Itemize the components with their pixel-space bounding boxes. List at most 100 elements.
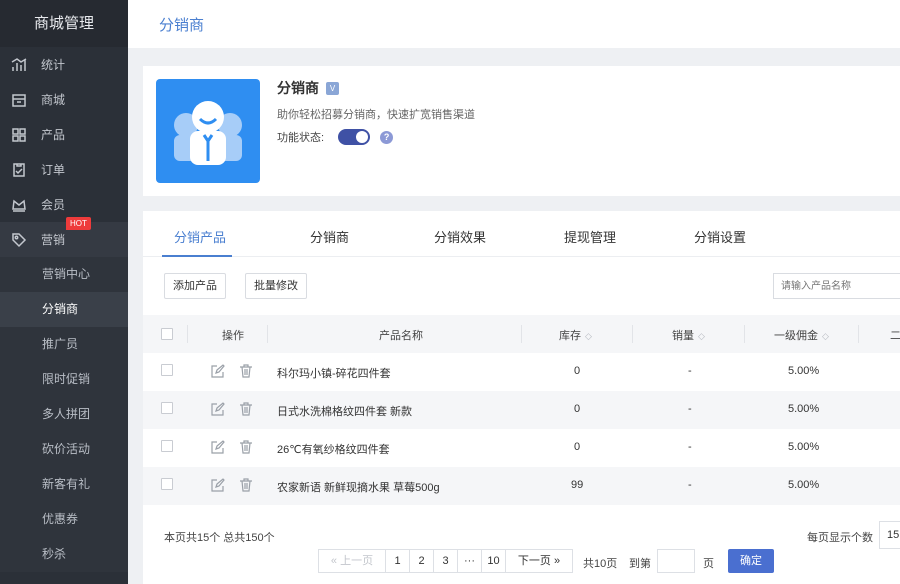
search-input[interactable] (773, 273, 900, 299)
status-label: 功能状态: (277, 132, 325, 144)
header-commission-1-label: 一级佣金 (774, 330, 818, 342)
submenu-item[interactable]: 推广员 (0, 327, 128, 362)
plugin-title-text: 分销商 (277, 80, 319, 96)
stock-value: 0 (574, 403, 581, 415)
sidebar-item-label: 订单 (41, 163, 66, 177)
commission-value: 5.00% (788, 479, 820, 491)
goto-page-input[interactable] (657, 549, 695, 573)
sort-icon: ◇ (698, 331, 705, 341)
sidebar-item-members[interactable]: 会员 (0, 187, 128, 222)
sidebar-item-marketing[interactable]: 营销 HOT (0, 217, 128, 257)
row-checkbox[interactable] (161, 478, 173, 490)
page-ellipsis[interactable]: ··· (457, 549, 482, 573)
prev-page-button[interactable]: « 上一页 (318, 549, 386, 573)
feature-toggle[interactable] (338, 129, 371, 145)
chart-icon (10, 56, 28, 74)
next-page-button[interactable]: 下一页 » (505, 549, 573, 573)
shop-icon (10, 91, 28, 109)
marketing-submenu: 营销中心 分销商 推广员 限时促销 多人拼团 砍价活动 新客有礼 优惠券 秒杀 (0, 257, 128, 572)
trash-icon[interactable] (239, 440, 253, 454)
stock-value: 99 (571, 479, 584, 491)
help-icon[interactable]: ? (380, 130, 394, 144)
tab-settings[interactable]: 分销设置 (694, 227, 746, 246)
page-title: 分销商 (159, 17, 205, 34)
column-divider (267, 325, 268, 343)
sales-value: - (688, 365, 692, 377)
header-sales-label: 销量 (672, 330, 694, 342)
header-commission-1[interactable]: 一级佣金 ◇ (774, 327, 829, 343)
edit-icon[interactable] (211, 364, 225, 378)
row-checkbox[interactable] (161, 440, 173, 452)
page-button[interactable]: 1 (385, 549, 410, 573)
plugin-description: 助你轻松招募分销商，快速扩宽销售渠道 (277, 109, 475, 121)
submenu-item-active[interactable]: 分销商 (0, 292, 128, 327)
trash-icon[interactable] (239, 478, 253, 492)
tab-withdrawal[interactable]: 提现管理 (564, 227, 616, 246)
page-summary: 本页共15个 总共150个 (164, 532, 275, 544)
commission-value: 5.00% (788, 365, 820, 377)
confirm-button[interactable]: 确定 (728, 549, 774, 573)
column-divider (521, 325, 522, 343)
page-button[interactable]: 3 (433, 549, 458, 573)
sidebar-item-stats[interactable]: 统计 (0, 47, 128, 82)
sidebar-item-products[interactable]: 产品 (0, 117, 128, 152)
batch-edit-button[interactable]: 批量修改 (245, 273, 307, 299)
sidebar-item-shop[interactable]: 商城 (0, 82, 128, 117)
submenu-item[interactable]: 多人拼团 (0, 397, 128, 432)
per-page-select[interactable]: 15 (879, 521, 900, 549)
plugin-status: 功能状态: ? (277, 129, 394, 145)
product-name: 农家新语 新鲜现摘水果 草莓500g (277, 482, 440, 494)
header-stock[interactable]: 库存 ◇ (559, 327, 592, 343)
crown-icon (10, 196, 28, 214)
column-divider (632, 325, 633, 343)
add-product-button[interactable]: 添加产品 (164, 273, 226, 299)
submenu-item[interactable]: 限时促销 (0, 362, 128, 397)
submenu-item[interactable]: 新客有礼 (0, 467, 128, 502)
tab-distributors[interactable]: 分销商 (310, 227, 349, 246)
submenu-item[interactable]: 营销中心 (0, 257, 128, 292)
table-row: 26℃有氧纱格纹四件套 0 - 5.00% (143, 429, 900, 467)
distributor-logo (156, 79, 260, 183)
row-checkbox[interactable] (161, 402, 173, 414)
row-checkbox[interactable] (161, 364, 173, 376)
pagination: « 上一页 1 2 3 ··· 10 下一页 » (318, 549, 573, 573)
submenu-item[interactable]: 秒杀 (0, 537, 128, 572)
active-tab-indicator (162, 255, 232, 257)
total-pages: 共10页 (583, 558, 618, 570)
select-all-checkbox[interactable] (161, 328, 173, 340)
header-commission-2: 二 (890, 330, 900, 342)
trash-icon[interactable] (239, 364, 253, 378)
edit-icon[interactable] (211, 440, 225, 454)
sidebar-item-label: 统计 (41, 58, 66, 72)
toggle-knob (356, 131, 369, 143)
product-name: 26℃有氧纱格纹四件套 (277, 444, 390, 456)
tab-bar: 分销产品 分销商 分销效果 提现管理 分销设置 (143, 211, 900, 257)
product-name: 日式水洗棉格纹四件套 新款 (277, 406, 413, 418)
trash-icon[interactable] (239, 402, 253, 416)
edit-icon[interactable] (211, 402, 225, 416)
table-row: 农家新语 新鲜现摘水果 草莓500g 99 - 5.00% (143, 467, 900, 505)
table-row: 科尔玛小镇-碎花四件套 0 - 5.00% (143, 353, 900, 391)
page-button[interactable]: 10 (481, 549, 506, 573)
sidebar-item-orders[interactable]: 订单 (0, 152, 128, 187)
commission-value: 5.00% (788, 441, 820, 453)
submenu-item[interactable]: 砍价活动 (0, 432, 128, 467)
sales-value: - (688, 441, 692, 453)
tab-distribution-products[interactable]: 分销产品 (174, 227, 226, 246)
sales-value: - (688, 479, 692, 491)
header-actions: 操作 (222, 330, 244, 342)
plugin-card: 分销商 V 助你轻松招募分销商，快速扩宽销售渠道 功能状态: ? (143, 66, 900, 196)
sales-value: - (688, 403, 692, 415)
vip-badge-icon: V (326, 81, 339, 95)
page-header: 分销商 (128, 0, 900, 48)
sort-icon: ◇ (822, 331, 829, 341)
tag-icon (10, 231, 28, 249)
edit-icon[interactable] (211, 478, 225, 492)
tab-distribution-effect[interactable]: 分销效果 (434, 227, 486, 246)
product-name: 科尔玛小镇-碎花四件套 (277, 368, 391, 380)
header-sales[interactable]: 销量 ◇ (672, 327, 705, 343)
submenu-item[interactable]: 优惠券 (0, 502, 128, 537)
clipboard-icon (10, 161, 28, 179)
page-button[interactable]: 2 (409, 549, 434, 573)
stock-value: 0 (574, 365, 581, 377)
